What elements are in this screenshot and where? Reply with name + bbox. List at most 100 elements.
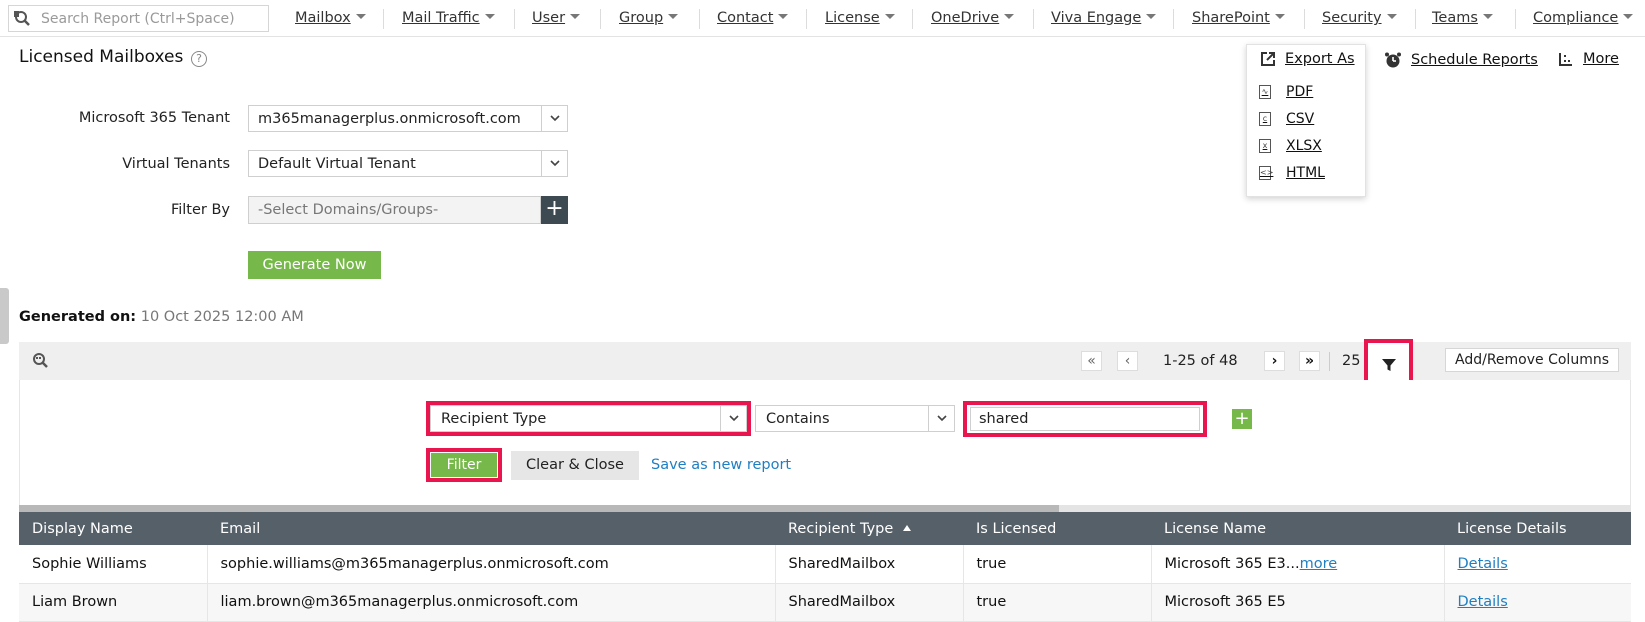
report-table: Display Name Email Recipient Type Is Lic… <box>19 512 1631 622</box>
horizontal-scrollbar[interactable] <box>19 505 1631 512</box>
filter-button[interactable]: Filter <box>431 453 497 477</box>
cell-display-name: Sophie Williams <box>19 545 208 584</box>
nav-mailbox[interactable]: Mailbox <box>295 10 366 26</box>
chevron-down-icon[interactable] <box>720 406 746 431</box>
top-navigation: Mailbox Mail Traffic User Group Contact … <box>0 0 1645 37</box>
nav-sharepoint[interactable]: SharePoint <box>1192 10 1285 26</box>
nav-divider <box>600 9 601 29</box>
nav-divider <box>912 9 913 29</box>
nav-license[interactable]: License <box>825 10 895 26</box>
chevron-down-icon[interactable] <box>541 106 567 131</box>
export-pdf-option[interactable]: ∿ PDF <box>1259 84 1313 100</box>
nav-contact[interactable]: Contact <box>717 10 789 26</box>
xlsx-file-icon: x <box>1259 139 1271 153</box>
export-menu: Export As ∿ PDF c CSV x XLSX <> HTML <box>1246 44 1366 197</box>
double-chevron-left-icon: « <box>1087 353 1096 369</box>
save-as-new-report-link[interactable]: Save as new report <box>651 457 791 473</box>
page-title: Licensed Mailboxes <box>19 47 184 67</box>
chevron-down-icon <box>1623 14 1634 19</box>
search-icon <box>14 10 30 26</box>
details-link[interactable]: Details <box>1458 594 1508 610</box>
tenant-select[interactable]: m365managerplus.onmicrosoft.com <box>248 105 568 132</box>
generate-now-button[interactable]: Generate Now <box>248 251 381 279</box>
sidebar-toggle-handle[interactable] <box>0 288 9 344</box>
nav-teams[interactable]: Teams <box>1432 10 1493 26</box>
generated-on-value: 10 Oct 2025 12:00 AM <box>140 309 304 325</box>
nav-label: Contact <box>717 10 774 26</box>
nav-label: Security <box>1322 10 1382 26</box>
filter-field-select[interactable]: Recipient Type <box>430 405 747 432</box>
column-header-license-details[interactable]: License Details <box>1444 512 1631 545</box>
nav-compliance[interactable]: Compliance <box>1533 10 1634 26</box>
column-header-recipient-type[interactable]: Recipient Type <box>775 512 963 545</box>
report-search-input[interactable] <box>41 10 261 27</box>
double-chevron-right-icon: » <box>1304 353 1315 369</box>
chevron-down-icon[interactable] <box>541 151 567 176</box>
export-html-option[interactable]: <> HTML <box>1259 165 1325 181</box>
chevron-down-icon <box>778 14 789 19</box>
export-option-label: PDF <box>1286 84 1314 100</box>
first-page-button[interactable]: « <box>1081 351 1102 371</box>
chevron-down-icon <box>1146 14 1157 19</box>
virtual-tenants-select[interactable]: Default Virtual Tenant <box>248 150 568 177</box>
add-domain-button[interactable]: + <box>541 196 568 224</box>
nav-divider <box>1415 9 1416 29</box>
domains-groups-field[interactable]: -Select Domains/Groups- <box>248 196 541 224</box>
column-header-license-name[interactable]: License Name <box>1151 512 1444 545</box>
nav-group[interactable]: Group <box>619 10 679 26</box>
clear-close-button[interactable]: Clear & Close <box>511 451 639 480</box>
nav-viva-engage[interactable]: Viva Engage <box>1051 10 1157 26</box>
chevron-down-icon <box>1482 14 1493 19</box>
export-xlsx-option[interactable]: x XLSX <box>1259 138 1322 154</box>
license-more-link[interactable]: more <box>1300 556 1338 572</box>
nav-user[interactable]: User <box>532 10 581 26</box>
toolbar-divider <box>1329 352 1330 371</box>
chevron-down-icon <box>1386 14 1397 19</box>
more-button[interactable]: More <box>1558 51 1619 67</box>
filter-operator-select[interactable]: Contains <box>755 405 955 432</box>
html-file-icon: <> <box>1259 166 1273 180</box>
filter-operator-value: Contains <box>766 410 830 427</box>
chevron-down-icon <box>1004 14 1015 19</box>
nav-divider <box>383 9 384 29</box>
chevron-down-icon[interactable] <box>928 406 954 431</box>
sort-ascending-icon <box>903 524 912 531</box>
cell-license-details: Details <box>1444 545 1631 584</box>
nav-label: Mail Traffic <box>402 10 480 26</box>
scrollbar-thumb[interactable] <box>19 505 1059 512</box>
previous-page-button[interactable]: ‹ <box>1117 351 1138 371</box>
filter-panel <box>19 380 1631 505</box>
last-page-button[interactable]: » <box>1299 351 1320 371</box>
filter-field-value: Recipient Type <box>441 410 547 427</box>
add-filter-row-button[interactable]: + <box>1232 409 1252 429</box>
more-icon <box>1559 53 1572 66</box>
table-search-icon[interactable] <box>31 352 51 374</box>
export-csv-option[interactable]: c CSV <box>1259 111 1314 127</box>
table-row: Liam Brown liam.brown@m365managerplus.on… <box>19 583 1631 622</box>
column-header-display-name[interactable]: Display Name <box>19 512 207 545</box>
export-option-label: HTML <box>1286 165 1325 181</box>
license-name-text: Microsoft 365 E3... <box>1164 555 1300 572</box>
add-remove-columns-button[interactable]: Add/Remove Columns <box>1445 348 1619 372</box>
details-link[interactable]: Details <box>1458 556 1508 572</box>
chevron-down-icon <box>355 14 366 19</box>
nav-label: User <box>532 10 566 26</box>
help-icon[interactable]: ? <box>191 51 207 67</box>
nav-mail-traffic[interactable]: Mail Traffic <box>402 10 495 26</box>
nav-divider <box>1173 9 1174 29</box>
schedule-reports-button[interactable]: Schedule Reports <box>1384 51 1538 69</box>
schedule-reports-label: Schedule Reports <box>1411 52 1538 68</box>
nav-label: Viva Engage <box>1051 10 1142 26</box>
report-search[interactable] <box>8 5 269 32</box>
table-header-row: Display Name Email Recipient Type Is Lic… <box>19 512 1631 545</box>
export-as-button[interactable]: Export As <box>1260 51 1355 67</box>
column-header-is-licensed[interactable]: Is Licensed <box>963 512 1151 545</box>
generated-on-label: Generated on: <box>19 309 137 325</box>
chevron-down-icon <box>1274 14 1285 19</box>
export-option-label: XLSX <box>1286 138 1322 154</box>
column-header-email[interactable]: Email <box>207 512 775 545</box>
next-page-button[interactable]: › <box>1264 351 1285 371</box>
nav-security[interactable]: Security <box>1322 10 1397 26</box>
nav-onedrive[interactable]: OneDrive <box>931 10 1015 26</box>
filter-value-input[interactable] <box>970 407 1200 431</box>
